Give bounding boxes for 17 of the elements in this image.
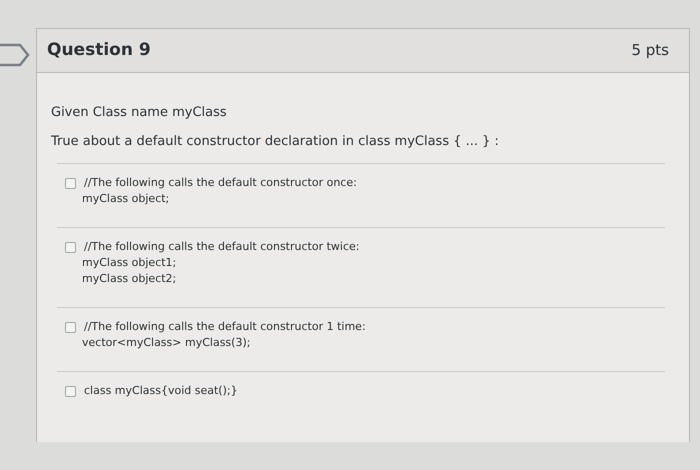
question-text: Given Class name myClass xyxy=(51,105,228,120)
question-text: True about a default constructor declaration in class myClass { ... } : xyxy=(51,134,500,149)
answer-text: myClass object; xyxy=(82,192,170,205)
answer-text: vector<myClass> myClass(3); xyxy=(82,336,252,349)
bookmark-icon[interactable] xyxy=(0,42,30,68)
answer-text: myClass object2; xyxy=(82,272,178,285)
answer-text: //The following calls the default constructor twice: xyxy=(84,240,360,253)
answer-checkbox[interactable] xyxy=(65,322,76,333)
answer-text: //The following calls the default constructor 1 time: xyxy=(84,320,366,333)
question-title: Question 9 xyxy=(47,40,151,60)
points-label: 5 pts xyxy=(631,41,669,59)
answer-text: class myClass{void seat();} xyxy=(84,384,238,397)
answer-checkbox[interactable] xyxy=(65,178,76,189)
answer-text: myClass object1; xyxy=(82,256,178,269)
answer-checkbox[interactable] xyxy=(65,386,76,397)
answer-text: //The following calls the default constructor once: xyxy=(84,176,357,189)
answer-checkbox[interactable] xyxy=(65,242,76,253)
